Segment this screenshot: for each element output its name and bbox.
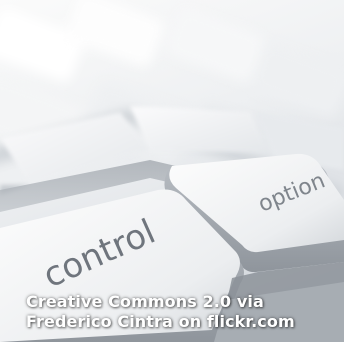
keyboard-photo: option control Creative Commons 2.0 via … xyxy=(0,0,344,342)
caption-line-1: Creative Commons 2.0 via xyxy=(26,292,264,311)
keyboard-keys-illustration: option control xyxy=(0,0,344,342)
photo-credit-caption: Creative Commons 2.0 via Frederico Cintr… xyxy=(26,292,295,332)
caption-line-2: Frederico Cintra on flickr.com xyxy=(26,312,295,331)
